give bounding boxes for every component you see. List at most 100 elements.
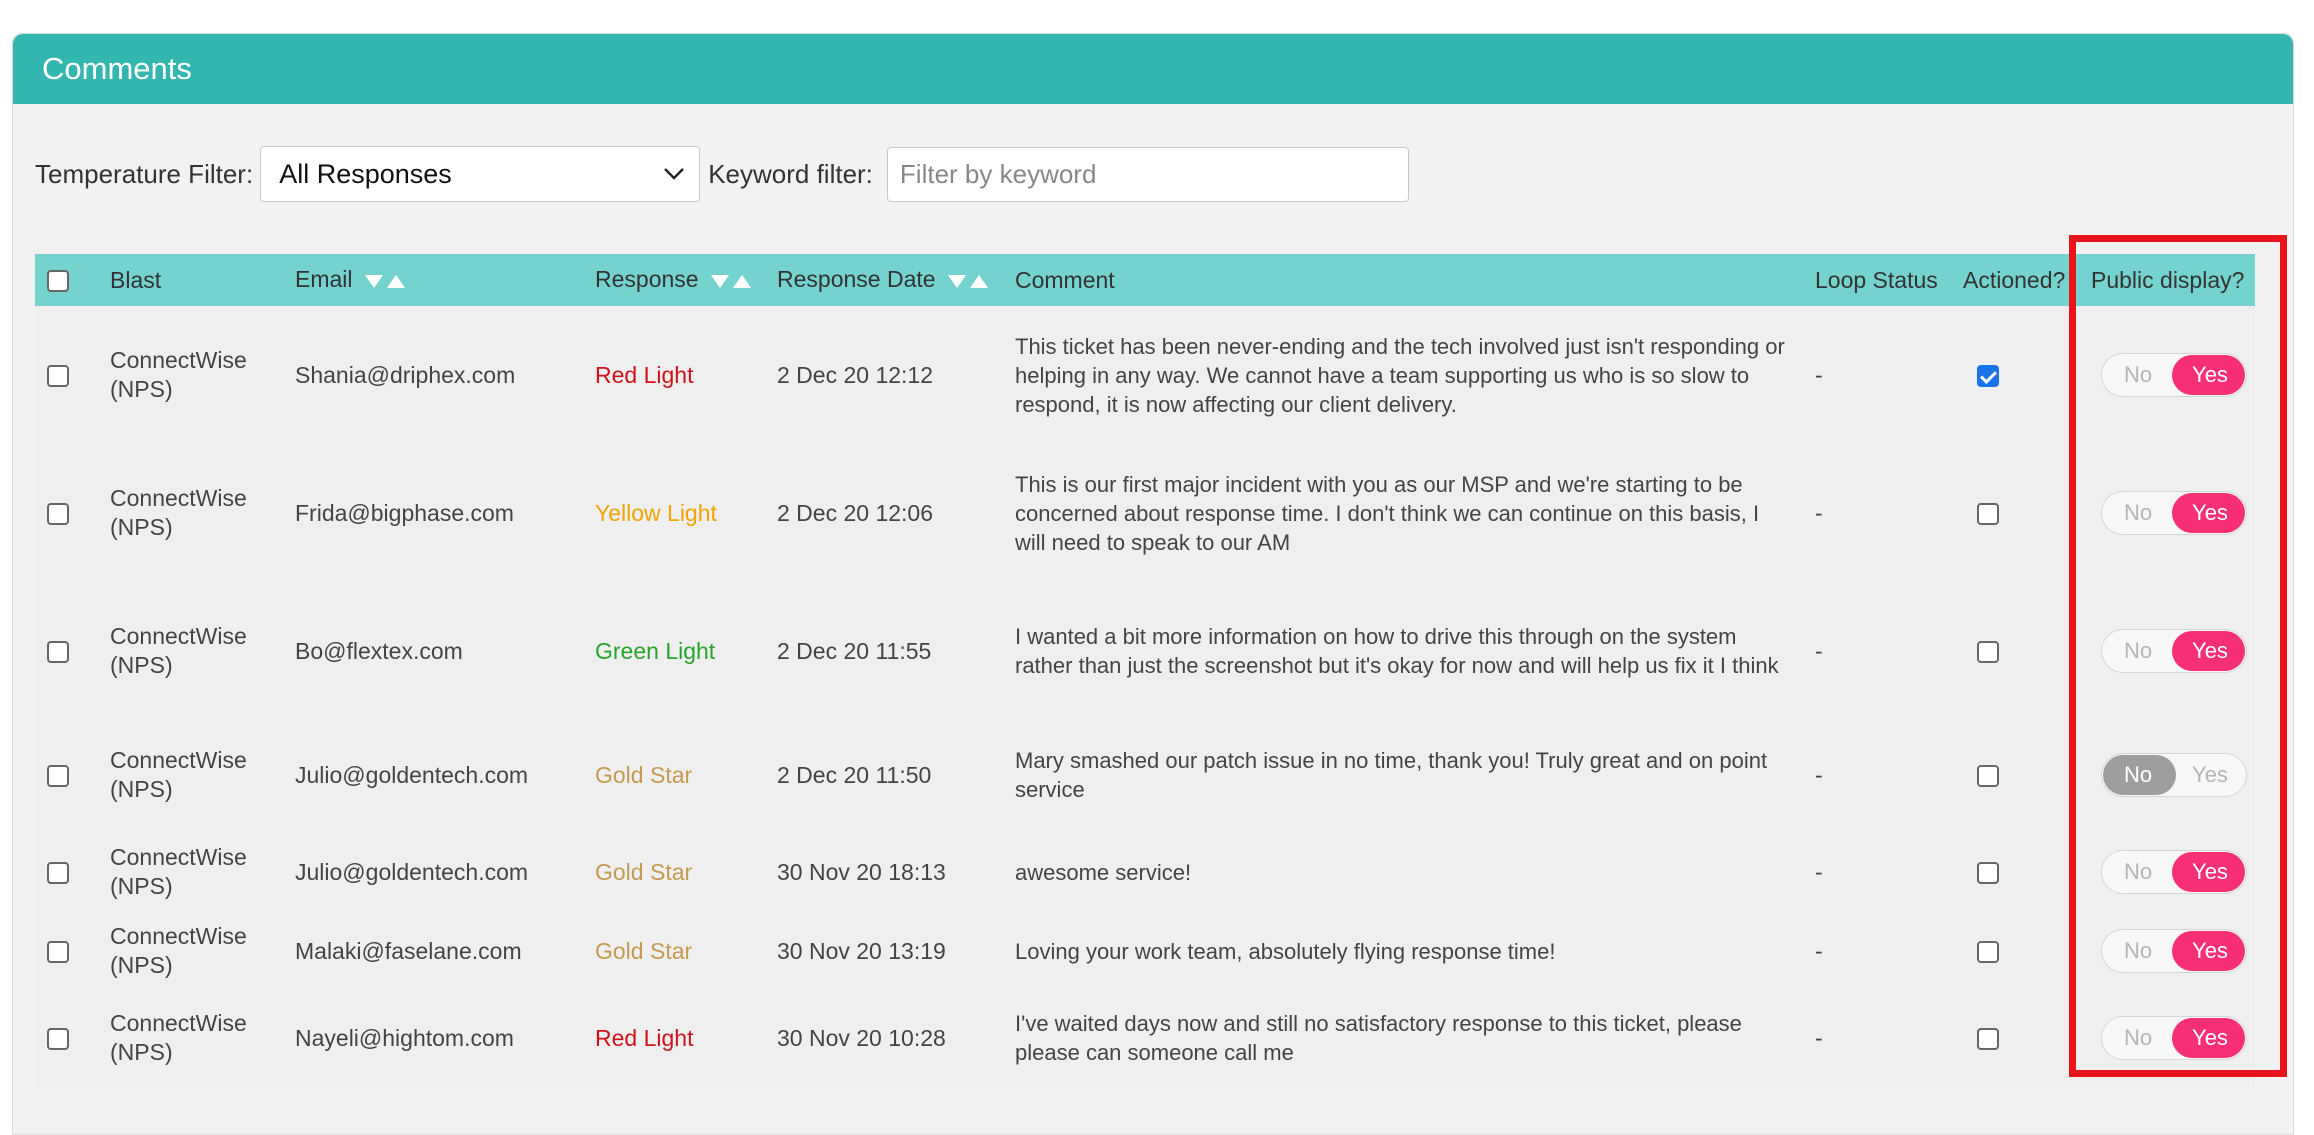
column-header-response-date-label: Response Date [777,265,936,292]
table-row: ConnectWise (NPS) Shania@driphex.com Red … [35,306,2255,444]
column-header-actioned: Actioned? [1963,266,2066,293]
panel-title: Comments [13,34,2293,104]
toggle-yes-label: Yes [2192,500,2228,525]
column-header-response[interactable]: Response [595,254,777,306]
column-header-email[interactable]: Email [295,254,595,306]
column-header-public-display: Public display? [2091,266,2245,293]
comments-table-wrap: Blast Email Response Response Date Comme… [35,254,2255,1088]
email-cell: Julio@goldentech.com [295,761,529,788]
table-row: ConnectWise (NPS) Bo@flextex.com Green Li… [35,582,2255,720]
toggle-yes-label: Yes [2192,1025,2228,1050]
response-date-cell: 30 Nov 20 13:19 [777,937,946,964]
response-cell: Gold Star [595,858,693,885]
column-header-blast: Blast [110,266,162,293]
public-display-toggle[interactable]: No Yes [2101,353,2247,397]
table-row: ConnectWise (NPS) Julio@goldentech.com Go… [35,720,2255,830]
actioned-checkbox[interactable] [1977,503,1999,526]
loop-status-cell: - [1815,361,1823,388]
blast-type: (NPS) [110,652,173,678]
filter-bar: Temperature Filter: All Responses Keywor… [35,146,1409,202]
blast-name: ConnectWise [110,347,247,373]
row-select-checkbox[interactable] [47,941,69,964]
column-header-response-date[interactable]: Response Date [777,254,1015,306]
response-cell: Gold Star [595,937,693,964]
blast-type: (NPS) [110,376,173,402]
comment-cell: Mary smashed our patch issue in no time,… [1015,748,1768,802]
toggle-no-label: No [2123,762,2153,787]
toggle-yes-label: Yes [2192,638,2228,663]
public-display-toggle[interactable]: No Yes [2101,753,2247,797]
column-header-email-label: Email [295,265,353,292]
keyword-filter-input[interactable] [886,146,1409,202]
response-cell: Red Light [595,361,694,388]
actioned-checkbox[interactable] [1977,862,1999,885]
sort-icon[interactable] [710,267,751,294]
comment-cell: I've waited days now and still no satisf… [1015,1011,1742,1065]
row-select-checkbox[interactable] [47,1028,69,1051]
response-date-cell: 2 Dec 20 12:12 [777,361,934,388]
response-date-cell: 2 Dec 20 12:06 [777,499,934,526]
blast-name: ConnectWise [110,923,247,949]
toggle-no-label: No [2123,500,2153,525]
public-display-toggle[interactable]: No Yes [2101,1016,2247,1060]
sort-icon[interactable] [364,267,405,294]
blast-type: (NPS) [110,1039,173,1065]
blast-name: ConnectWise [110,623,247,649]
row-select-checkbox[interactable] [47,503,69,526]
response-cell: Gold Star [595,761,693,788]
blast-type: (NPS) [110,952,173,978]
toggle-yes-label: Yes [2192,859,2228,884]
toggle-no-label: No [2123,1025,2153,1050]
actioned-checkbox[interactable] [1977,365,1999,388]
actioned-checkbox[interactable] [1977,641,1999,664]
email-cell: Frida@bigphase.com [295,499,514,526]
response-date-cell: 2 Dec 20 11:55 [777,637,932,664]
email-cell: Shania@driphex.com [295,361,516,388]
select-all-checkbox[interactable] [47,270,69,293]
public-display-toggle[interactable]: No Yes [2101,491,2247,535]
chevron-down-icon [664,168,685,180]
row-select-checkbox[interactable] [47,765,69,788]
row-select-checkbox[interactable] [47,862,69,885]
toggle-no-label: No [2123,362,2153,387]
loop-status-cell: - [1815,761,1823,788]
comments-table: Blast Email Response Response Date Comme… [35,254,2255,1088]
public-display-toggle[interactable]: No Yes [2101,850,2247,894]
table-row: ConnectWise (NPS) Nayeli@hightom.com Red … [35,988,2255,1088]
toggle-no-label: No [2123,859,2153,884]
table-header-row: Blast Email Response Response Date Comme… [35,254,2255,306]
response-date-cell: 2 Dec 20 11:50 [777,761,932,788]
response-cell: Green Light [595,637,716,664]
row-select-checkbox[interactable] [47,641,69,664]
response-cell: Yellow Light [595,499,717,526]
keyword-filter-label: Keyword filter: [708,158,873,189]
table-row: ConnectWise (NPS) Frida@bigphase.com Yell… [35,444,2255,582]
response-cell: Red Light [595,1024,694,1051]
loop-status-cell: - [1815,858,1823,885]
column-header-response-label: Response [595,265,699,292]
comment-cell: This ticket has been never-ending and th… [1015,333,1785,417]
blast-name: ConnectWise [110,1010,247,1036]
comments-panel: Comments Temperature Filter: All Respons… [12,33,2294,1135]
public-display-toggle[interactable]: No Yes [2101,629,2247,673]
loop-status-cell: - [1815,1024,1823,1051]
row-select-checkbox[interactable] [47,365,69,388]
toggle-yes-label: Yes [2192,362,2228,387]
email-cell: Malaki@faselane.com [295,937,522,964]
comment-cell: awesome service! [1015,859,1192,885]
blast-type: (NPS) [110,514,173,540]
loop-status-cell: - [1815,637,1823,664]
temperature-filter-value: All Responses [279,158,452,189]
blast-type: (NPS) [110,776,173,802]
temperature-filter-select[interactable]: All Responses [260,146,701,202]
sort-icon[interactable] [947,267,988,294]
public-display-toggle[interactable]: No Yes [2101,929,2247,973]
actioned-checkbox[interactable] [1977,1028,1999,1051]
toggle-yes-label: Yes [2192,762,2228,787]
blast-name: ConnectWise [110,747,247,773]
response-date-cell: 30 Nov 20 18:13 [777,858,946,885]
email-cell: Nayeli@hightom.com [295,1024,514,1051]
actioned-checkbox[interactable] [1977,941,1999,964]
toggle-yes-label: Yes [2192,938,2228,963]
actioned-checkbox[interactable] [1977,765,1999,788]
